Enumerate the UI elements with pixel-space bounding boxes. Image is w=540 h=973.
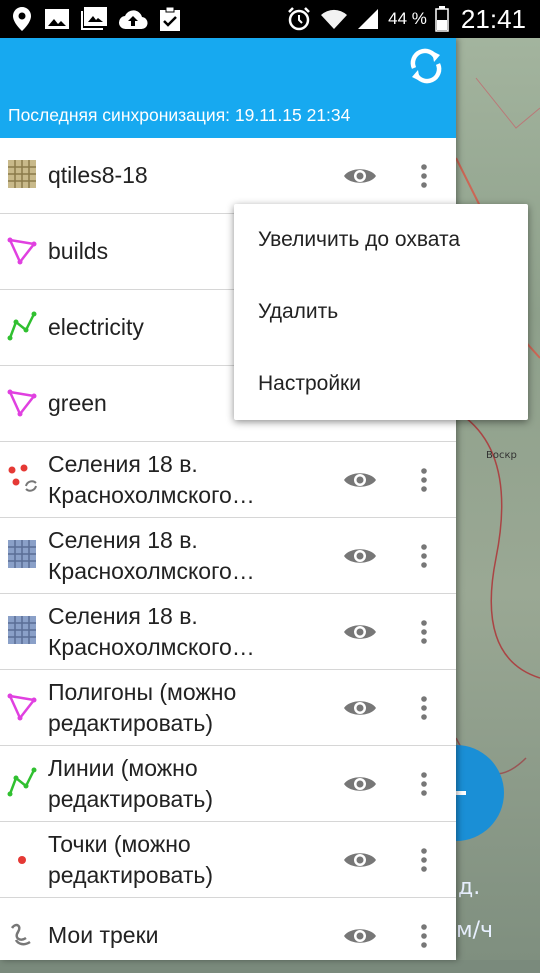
layer-item[interactable]: qtiles8-18	[0, 138, 456, 214]
visibility-toggle[interactable]	[340, 766, 380, 802]
layer-item[interactable]: Линии (можно редактировать)	[0, 746, 456, 822]
cloud-upload-icon	[118, 10, 148, 30]
more-vert-icon	[421, 772, 427, 796]
status-bar: 44 % 21:41	[0, 0, 540, 38]
layer-menu-button[interactable]	[410, 538, 438, 574]
layer-menu-button[interactable]	[410, 766, 438, 802]
eye-icon	[344, 701, 376, 715]
layer-name: qtiles8-18	[48, 162, 148, 188]
more-vert-icon	[421, 696, 427, 720]
visibility-toggle[interactable]	[340, 690, 380, 726]
layer-item[interactable]: Селения 18 в. Краснохолмского…	[0, 594, 456, 670]
polygon-icon	[7, 389, 37, 417]
more-vert-icon	[421, 544, 427, 568]
layer-name: Точки (можно редактировать)	[48, 830, 213, 888]
eye-icon	[344, 853, 376, 867]
signal-icon	[358, 9, 379, 29]
layer-name: Селения 18 в. Краснохолмского…	[48, 450, 255, 508]
layer-context-menu: Увеличить до охвата Удалить Настройки	[234, 204, 528, 420]
visibility-toggle[interactable]	[340, 918, 380, 954]
layer-name: Линии (можно редактировать)	[48, 754, 213, 812]
layer-menu-button[interactable]	[410, 690, 438, 726]
eye-icon	[344, 777, 376, 791]
battery-percent: 44 %	[388, 9, 427, 28]
layers-drawer: Последняя синхронизация: 19.11.15 21:34 …	[0, 38, 456, 960]
menu-settings[interactable]: Настройки	[234, 348, 528, 420]
clipboard-check-icon	[160, 6, 180, 31]
alarm-icon	[288, 7, 311, 31]
line-icon	[7, 311, 37, 341]
layer-item[interactable]: Селения 18 в. Краснохолмского…	[0, 518, 456, 594]
layer-name: Полигоны (можно редактировать)	[48, 678, 237, 736]
last-sync-label: Последняя синхронизация: 19.11.15 21:34	[8, 105, 351, 125]
visibility-toggle[interactable]	[340, 538, 380, 574]
eye-icon	[344, 625, 376, 639]
visibility-toggle[interactable]	[340, 614, 380, 650]
location-icon	[13, 7, 31, 31]
visibility-toggle[interactable]	[340, 158, 380, 194]
more-vert-icon	[421, 924, 427, 948]
layer-item[interactable]: Мои треки	[0, 898, 456, 973]
map-place-label: Воскр	[486, 450, 517, 461]
layer-menu-button[interactable]	[410, 158, 438, 194]
polygon-icon	[7, 237, 37, 265]
line-icon	[7, 767, 37, 797]
eye-icon	[344, 169, 376, 183]
layer-name: Селения 18 в. Краснохолмского…	[48, 526, 255, 584]
point-icon	[18, 856, 26, 864]
more-vert-icon	[421, 620, 427, 644]
sync-icon	[410, 48, 442, 84]
visibility-toggle[interactable]	[340, 842, 380, 878]
map-scale-label: д.	[458, 875, 481, 900]
layer-menu-button[interactable]	[410, 614, 438, 650]
sync-button[interactable]	[404, 44, 448, 88]
raster-grid-icon	[8, 616, 36, 644]
layer-name: Селения 18 в. Краснохолмского…	[48, 602, 255, 660]
more-vert-icon	[421, 848, 427, 872]
eye-icon	[344, 473, 376, 487]
eye-icon	[344, 549, 376, 563]
battery-icon	[435, 6, 449, 32]
layer-menu-button[interactable]	[410, 842, 438, 878]
layer-item[interactable]: Полигоны (можно редактировать)	[0, 670, 456, 746]
raster-grid-icon	[8, 540, 36, 568]
raster-tiles-icon	[8, 160, 36, 188]
eye-icon	[344, 929, 376, 943]
notification-icons	[10, 6, 182, 32]
track-icon	[10, 923, 31, 946]
gallery-icon	[81, 7, 107, 30]
layer-menu-button[interactable]	[410, 918, 438, 954]
drawer-header: Последняя синхронизация: 19.11.15 21:34	[0, 38, 456, 138]
status-icons: 44 % 21:41	[286, 0, 526, 38]
layer-item[interactable]: Селения 18 в. Краснохолмского…	[0, 442, 456, 518]
clock: 21:41	[460, 3, 526, 34]
layer-menu-button[interactable]	[410, 462, 438, 498]
more-vert-icon	[421, 164, 427, 188]
menu-zoom-to-extent[interactable]: Увеличить до охвата	[234, 204, 528, 276]
layer-item[interactable]: Точки (можно редактировать)	[0, 822, 456, 898]
visibility-toggle[interactable]	[340, 462, 380, 498]
points-sync-icon	[8, 464, 37, 492]
map-speed-label: м/ч	[456, 918, 494, 943]
layer-name: Мои треки	[48, 922, 159, 948]
more-vert-icon	[421, 468, 427, 492]
wifi-icon	[321, 9, 348, 29]
menu-delete[interactable]: Удалить	[234, 276, 528, 348]
image-icon	[45, 9, 69, 29]
polygon-icon	[7, 693, 37, 721]
